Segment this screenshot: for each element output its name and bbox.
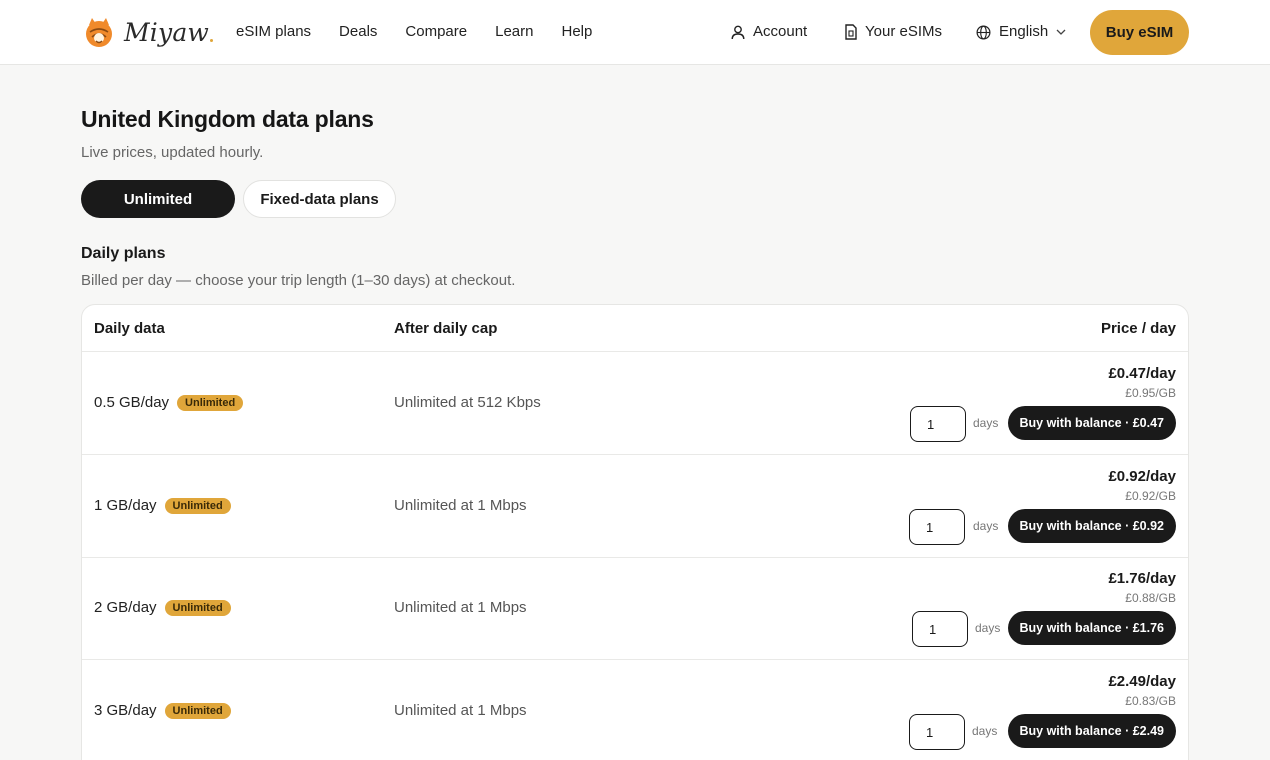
section-subtitle: Billed per day — choose your trip length… — [81, 272, 516, 289]
price-per-day: £1.76/day — [1108, 570, 1176, 587]
brand-dot — [210, 38, 214, 42]
price-per-day: £0.47/day — [1108, 365, 1176, 382]
section-title: Daily plans — [81, 245, 166, 262]
buy-esim-button[interactable]: Buy eSIM — [1090, 10, 1189, 55]
site-header: Miyaw eSIM plans Deals Compare Learn Hel… — [0, 0, 1270, 65]
globe-icon — [976, 25, 991, 39]
unlimited-badge: Unlimited — [164, 497, 231, 514]
unlimited-badge: Unlimited — [164, 702, 231, 719]
unlimited-badge: Unlimited — [164, 599, 231, 616]
plans-table: Daily data After daily cap Price / day 0… — [81, 304, 1189, 760]
cat-logo-icon — [86, 18, 112, 47]
brand-logo[interactable]: Miyaw — [84, 15, 214, 49]
account-label: Account — [753, 23, 808, 40]
table-header: Daily data After daily cap Price / day — [82, 305, 1188, 352]
days-quantity-input[interactable] — [909, 509, 965, 545]
chevron-down-icon — [1056, 29, 1066, 35]
tab-unlimited[interactable]: Unlimited — [81, 180, 235, 218]
daily-data-cell: 0.5 GB/day Unlimited — [94, 394, 244, 411]
after-cap-cell: Unlimited at 1 Mbps — [394, 497, 527, 514]
daily-data-value: 1 GB/day — [94, 497, 157, 514]
account-link[interactable]: Account — [731, 20, 807, 44]
buy-with-balance-button[interactable]: Buy with balance · £2.49 — [1007, 714, 1176, 748]
buy-with-balance-button[interactable]: Buy with balance · £0.47 — [1007, 406, 1176, 440]
table-row: 0.5 GB/day Unlimited Unlimited at 512 Kb… — [82, 352, 1188, 455]
buy-with-balance-button[interactable]: Buy with balance · £0.92 — [1007, 509, 1176, 543]
tab-fixed-data-plans[interactable]: Fixed-data plans — [243, 180, 396, 218]
page-title: United Kingdom data plans — [81, 106, 374, 132]
days-label: days — [975, 621, 1001, 635]
language-label: English — [999, 23, 1049, 40]
nav-deals[interactable]: Deals — [339, 20, 377, 44]
column-header-daily-data: Daily data — [94, 320, 165, 337]
your-esims-label: Your eSIMs — [865, 23, 942, 40]
brand-name: Miyaw — [124, 17, 210, 47]
days-quantity-input[interactable] — [912, 611, 968, 647]
table-row: 3 GB/day Unlimited Unlimited at 1 Mbps £… — [82, 660, 1188, 760]
price-per-day: £2.49/day — [1108, 673, 1176, 690]
column-header-price: Price / day — [1100, 320, 1176, 337]
daily-data-value: 0.5 GB/day — [94, 394, 170, 411]
after-cap-cell: Unlimited at 1 Mbps — [394, 702, 527, 719]
buy-with-balance-button[interactable]: Buy with balance · £1.76 — [1007, 611, 1176, 645]
sim-card-icon — [845, 24, 857, 40]
main-nav: eSIM plans Deals Compare Learn Help — [236, 20, 620, 44]
after-cap-cell: Unlimited at 1 Mbps — [394, 599, 527, 616]
price-per-gb: £0.92/GB — [1125, 489, 1176, 503]
after-cap-cell: Unlimited at 512 Kbps — [394, 394, 541, 411]
language-selector[interactable]: English — [976, 20, 1066, 44]
table-row: 1 GB/day Unlimited Unlimited at 1 Mbps £… — [82, 455, 1188, 558]
daily-data-value: 3 GB/day — [94, 702, 157, 719]
days-label: days — [972, 724, 998, 738]
days-quantity-input[interactable] — [910, 406, 966, 442]
price-per-gb: £0.83/GB — [1125, 694, 1176, 708]
days-label: days — [973, 519, 999, 533]
table-row: 2 GB/day Unlimited Unlimited at 1 Mbps £… — [82, 557, 1188, 660]
daily-data-value: 2 GB/day — [94, 599, 157, 616]
nav-esim-plans[interactable]: eSIM plans — [236, 20, 311, 44]
price-per-gb: £0.88/GB — [1125, 591, 1176, 605]
daily-data-cell: 3 GB/day Unlimited — [94, 702, 231, 719]
days-label: days — [973, 416, 999, 430]
daily-data-cell: 1 GB/day Unlimited — [94, 497, 231, 514]
daily-data-cell: 2 GB/day Unlimited — [94, 599, 231, 616]
your-esims-link[interactable]: Your eSIMs — [845, 20, 942, 44]
nav-learn[interactable]: Learn — [495, 20, 533, 44]
price-per-day: £0.92/day — [1108, 468, 1176, 485]
column-header-after-cap: After daily cap — [394, 320, 498, 337]
price-per-gb: £0.95/GB — [1125, 386, 1176, 400]
page-subtitle: Live prices, updated hourly. — [81, 144, 264, 161]
nav-compare[interactable]: Compare — [405, 20, 467, 44]
user-icon — [731, 25, 745, 39]
nav-help[interactable]: Help — [561, 20, 592, 44]
days-quantity-input[interactable] — [909, 714, 965, 750]
unlimited-badge: Unlimited — [177, 394, 244, 411]
